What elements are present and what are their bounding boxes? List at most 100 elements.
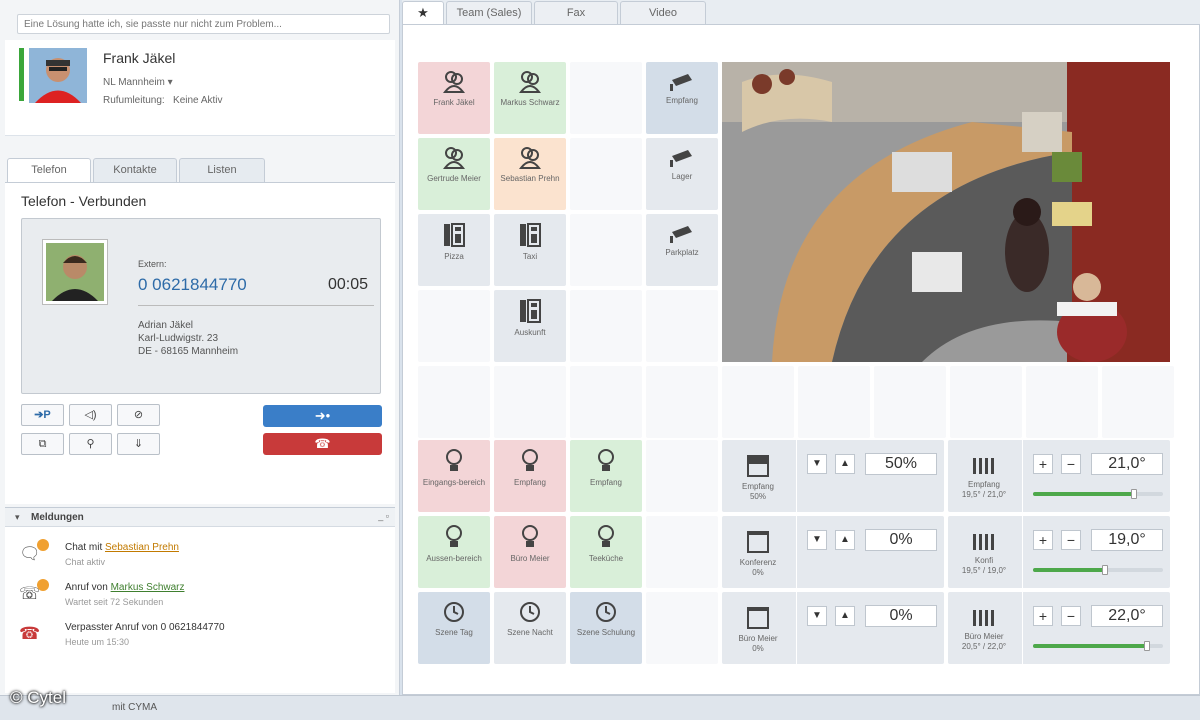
blind-up-button[interactable]: ▲ bbox=[835, 454, 855, 474]
phone-taxi[interactable]: Taxi bbox=[494, 214, 566, 286]
light-empfang[interactable]: Empfang bbox=[494, 440, 566, 512]
phone-auskunft[interactable]: Auskunft bbox=[494, 290, 566, 362]
heating-tile[interactable]: Empfang 19,5° / 21,0° bbox=[948, 440, 1020, 512]
empty-slot bbox=[874, 366, 946, 438]
light-buero-meier[interactable]: Büro Meier bbox=[494, 516, 566, 588]
star-icon[interactable]: ★ bbox=[402, 1, 444, 24]
camera-lager[interactable]: Lager bbox=[646, 138, 718, 210]
contact-markus-schwarz[interactable]: Markus Schwarz bbox=[494, 62, 566, 134]
heating-value-input[interactable]: 19,0° bbox=[1091, 529, 1163, 551]
blind-tile[interactable]: Konferenz 0% bbox=[722, 516, 794, 588]
tab-kontakte[interactable]: Kontakte bbox=[93, 158, 177, 182]
heating-plus-button[interactable]: + bbox=[1033, 530, 1053, 550]
blind-tile[interactable]: Büro Meier 0% bbox=[722, 592, 794, 664]
cell-label: Lager bbox=[671, 172, 693, 181]
park-call-button[interactable]: ➔P bbox=[21, 404, 64, 426]
heating-tile[interactable]: Büro Meier 20,5° / 22,0° bbox=[948, 592, 1020, 664]
contact-sebastian-prehn[interactable]: Sebastian Prehn bbox=[494, 138, 566, 210]
lightbulb-icon bbox=[446, 525, 462, 547]
message-prefix: Anruf von bbox=[65, 582, 111, 593]
cell-label: Szene Nacht bbox=[507, 628, 553, 637]
collapse-icon[interactable]: ▾ bbox=[15, 512, 20, 523]
camera-icon bbox=[670, 74, 692, 91]
heating-minus-button[interactable]: − bbox=[1061, 454, 1081, 474]
camera-icon bbox=[670, 150, 692, 167]
hangup-button[interactable]: ☎ bbox=[263, 433, 382, 455]
blind-up-button[interactable]: ▲ bbox=[835, 530, 855, 550]
tab-video[interactable]: Video bbox=[620, 1, 706, 24]
blind-value-input[interactable]: 0% bbox=[865, 605, 937, 627]
heating-plus-button[interactable]: + bbox=[1033, 606, 1053, 626]
blind-value-input[interactable]: 0% bbox=[865, 529, 937, 551]
speaker-icon[interactable]: ◁) bbox=[69, 404, 112, 426]
tab-fax[interactable]: Fax bbox=[534, 1, 618, 24]
blind-level: 50% bbox=[749, 492, 766, 501]
blind-stepper: ▼ ▲ 50% bbox=[796, 440, 944, 512]
phone-status: Telefon - Verbunden bbox=[21, 193, 147, 209]
heating-slider-knob[interactable] bbox=[1131, 489, 1138, 499]
contact-gertrude-meier[interactable]: Gertrude Meier bbox=[418, 138, 490, 210]
hold-icon[interactable]: ⇓ bbox=[117, 433, 160, 455]
scene-tag[interactable]: Szene Tag bbox=[418, 592, 490, 664]
tab-telefon[interactable]: Telefon bbox=[7, 158, 91, 183]
tab-listen[interactable]: Listen bbox=[179, 158, 265, 182]
camera-empfang[interactable]: Empfang bbox=[646, 62, 718, 134]
location-dropdown[interactable]: NL Mannheim ▾ bbox=[103, 77, 173, 88]
search-input[interactable]: Eine Lösung hatte ich, sie passte nur ni… bbox=[17, 14, 390, 34]
camera-parkplatz[interactable]: Parkplatz bbox=[646, 214, 718, 286]
list-item[interactable]: ☎ Verpasster Anruf von 0 0621844770 Heut… bbox=[5, 616, 395, 656]
empty-slot bbox=[570, 214, 642, 286]
list-item[interactable]: 🗨 Chat mit Sebastian Prehn Chat aktiv bbox=[5, 536, 395, 576]
lightbulb-icon bbox=[598, 449, 614, 471]
message-link[interactable]: Markus Schwarz bbox=[111, 582, 185, 593]
blind-icon bbox=[747, 455, 769, 477]
heating-minus-button[interactable]: − bbox=[1061, 606, 1081, 626]
badge-icon bbox=[37, 579, 49, 591]
contact-frank-jaekel[interactable]: Frank Jäkel bbox=[418, 62, 490, 134]
camera-icon bbox=[670, 226, 692, 243]
cell-label: Markus Schwarz bbox=[500, 98, 560, 107]
blind-tile[interactable]: Empfang 50% bbox=[722, 440, 794, 512]
light-eingangsbereich[interactable]: Eingangs-bereich bbox=[418, 440, 490, 512]
scene-schulung[interactable]: Szene Schulung bbox=[570, 592, 642, 664]
call-number: 0 0621844770 bbox=[138, 275, 247, 294]
heating-plus-button[interactable]: + bbox=[1033, 454, 1053, 474]
window-controls-icon[interactable]: _ ▫ bbox=[378, 511, 389, 521]
blind-level: 0% bbox=[752, 644, 764, 653]
tab-team-sales[interactable]: Team (Sales) bbox=[446, 1, 532, 24]
transfer-icon[interactable]: ⧉ bbox=[21, 433, 64, 455]
heating-slider[interactable] bbox=[1033, 641, 1163, 651]
scene-nacht[interactable]: Szene Nacht bbox=[494, 592, 566, 664]
blind-down-button[interactable]: ▼ bbox=[807, 530, 827, 550]
mute-icon[interactable]: ⊘ bbox=[117, 404, 160, 426]
empty-slot bbox=[950, 366, 1022, 438]
blind-up-button[interactable]: ▲ bbox=[835, 606, 855, 626]
heating-name: Büro Meier bbox=[964, 632, 1004, 641]
message-title: Anruf von Markus Schwarz bbox=[65, 582, 185, 593]
cell-label: Frank Jäkel bbox=[433, 98, 475, 107]
blind-down-button[interactable]: ▼ bbox=[807, 454, 827, 474]
heating-slider[interactable] bbox=[1033, 565, 1163, 575]
forward-call-button[interactable]: ➜• bbox=[263, 405, 382, 427]
blind-down-button[interactable]: ▼ bbox=[807, 606, 827, 626]
heating-minus-button[interactable]: − bbox=[1061, 530, 1081, 550]
heating-slider[interactable] bbox=[1033, 489, 1163, 499]
heating-slider-knob[interactable] bbox=[1144, 641, 1151, 651]
heating-control-empfang: Empfang 19,5° / 21,0° + − 21,0° bbox=[948, 440, 1170, 512]
conference-icon[interactable]: ⚲ bbox=[69, 433, 112, 455]
heating-slider-knob[interactable] bbox=[1101, 565, 1108, 575]
phone-pizza[interactable]: Pizza bbox=[418, 214, 490, 286]
blind-value-input[interactable]: 50% bbox=[865, 453, 937, 475]
message-link[interactable]: Sebastian Prehn bbox=[105, 542, 179, 553]
heating-value-input[interactable]: 21,0° bbox=[1091, 453, 1163, 475]
light-aussenbereich[interactable]: Aussen-bereich bbox=[418, 516, 490, 588]
call-box: Extern: 0 0621844770 00:05 Adrian Jäkel … bbox=[21, 218, 381, 394]
light-empfang-2[interactable]: Empfang bbox=[570, 440, 642, 512]
list-item[interactable]: ☏ Anruf von Markus Schwarz Wartet seit 7… bbox=[5, 576, 395, 616]
tab-bar: ★ Team (Sales) Fax Video bbox=[402, 0, 1200, 24]
heating-stepper: + − 19,0° bbox=[1022, 516, 1170, 588]
light-teekueche[interactable]: Teeküche bbox=[570, 516, 642, 588]
heating-value-input[interactable]: 22,0° bbox=[1091, 605, 1163, 627]
heating-tile[interactable]: Konfi 19,5° / 19,0° bbox=[948, 516, 1020, 588]
video-feed[interactable] bbox=[722, 62, 1170, 362]
